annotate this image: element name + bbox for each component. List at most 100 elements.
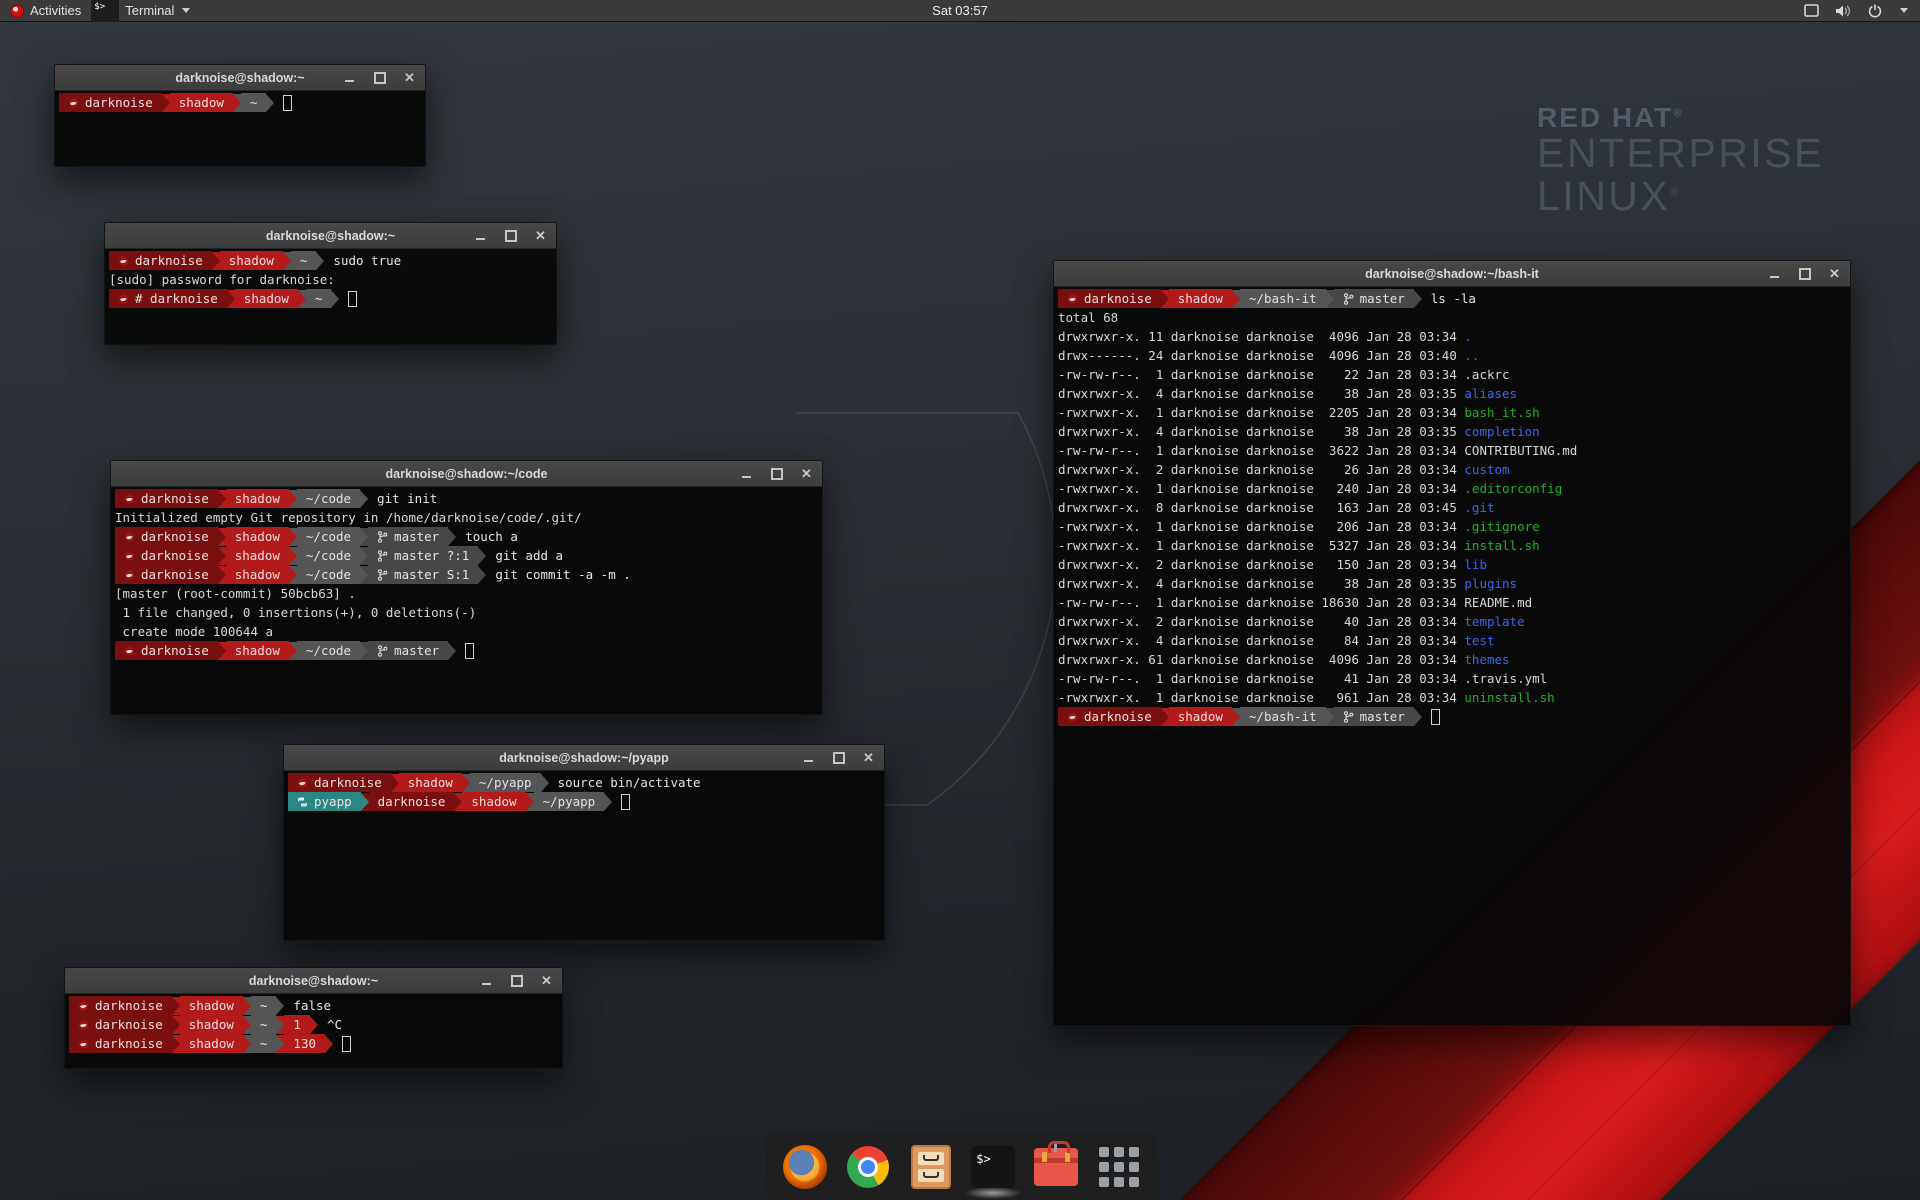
minimize-button[interactable] xyxy=(480,974,493,987)
window-titlebar[interactable]: darknoise@shadow:~ ✕ xyxy=(65,968,562,994)
dock-item-app-grid[interactable] xyxy=(1096,1144,1142,1190)
close-button[interactable]: ✕ xyxy=(862,751,875,764)
close-button[interactable]: ✕ xyxy=(1828,267,1841,280)
window-titlebar[interactable]: darknoise@shadow:~/code✕ xyxy=(111,461,822,487)
prompt-segment-path: ~ xyxy=(251,1015,277,1034)
prompt-line: # darknoiseshadow~ xyxy=(109,289,556,308)
close-button[interactable]: ✕ xyxy=(403,71,416,84)
prompt-segment-host: shadow xyxy=(1169,289,1232,308)
close-button[interactable]: ✕ xyxy=(534,229,547,242)
command-text: git init xyxy=(377,491,437,506)
terminal-cursor xyxy=(621,794,630,810)
powerline-arrow xyxy=(233,94,241,112)
window-titlebar[interactable]: darknoise@shadow:~/bash-it✕ xyxy=(1054,261,1850,287)
prompt-line: darknoiseshadow~/codemaster S:1git commi… xyxy=(115,565,822,584)
ls-row: -rw-rw-r--. 1 darknoise darknoise 18630 … xyxy=(1058,593,1850,612)
terminal-window[interactable]: darknoise@shadow:~✕darknoiseshadow~ xyxy=(54,64,426,167)
ls-row: drwxrwxr-x. 2 darknoise darknoise 150 Ja… xyxy=(1058,555,1850,574)
command-text: touch a xyxy=(465,529,518,544)
terminal-window[interactable]: darknoise@shadow:~/bash-it✕ darknoise shad… xyxy=(1053,260,1851,1026)
powerline-arrow xyxy=(361,793,369,811)
chevron-down-icon[interactable] xyxy=(1900,8,1908,13)
power-icon[interactable] xyxy=(1868,4,1882,18)
close-button[interactable]: ✕ xyxy=(540,974,553,987)
clock[interactable]: Sat 03:57 xyxy=(0,3,1920,18)
powerline-arrow xyxy=(218,490,226,508)
redhat-icon xyxy=(68,97,79,109)
window-titlebar[interactable]: darknoise@shadow:~/pyapp ✕ xyxy=(284,745,884,771)
volume-icon[interactable] xyxy=(1835,4,1852,18)
prompt-segment-git: master xyxy=(368,641,448,660)
maximize-button[interactable] xyxy=(373,71,386,84)
minimize-button[interactable] xyxy=(1768,267,1781,280)
ls-row: drwxrwxr-x. 2 darknoise darknoise 26 Jan… xyxy=(1058,460,1850,479)
terminal-content[interactable]: darknoiseshadow~/bash-itmasterls -latota… xyxy=(1054,287,1850,1025)
dock-item-files[interactable] xyxy=(908,1144,954,1190)
prompt-segment-user: darknoise xyxy=(69,1015,172,1034)
ls-row: -rw-rw-r--. 1 darknoise darknoise 41 Jan… xyxy=(1058,669,1850,688)
terminal-content[interactable]: darknoiseshadow~/pyappsource bin/activat… xyxy=(284,771,884,940)
ls-row: -rw-rw-r--. 1 darknoise darknoise 3622 J… xyxy=(1058,441,1850,460)
powerline-arrow xyxy=(218,566,226,584)
terminal-content[interactable]: darknoiseshadow~falsedarknoiseshadow~1^C… xyxy=(65,994,562,1068)
prompt-segment-host: shadow xyxy=(170,93,233,112)
minimize-button[interactable] xyxy=(740,467,753,480)
terminal-content[interactable]: darknoiseshadow~sudo true[sudo] password… xyxy=(105,249,556,344)
redhat-icon xyxy=(124,493,135,505)
maximize-button[interactable] xyxy=(1798,267,1811,280)
ls-row: drwxrwxr-x. 4 darknoise darknoise 38 Jan… xyxy=(1058,422,1850,441)
minimize-button[interactable] xyxy=(474,229,487,242)
prompt-line: darknoiseshadow~/pyappsource bin/activat… xyxy=(288,773,884,792)
minimize-button[interactable] xyxy=(343,71,356,84)
terminal-window[interactable]: darknoise@shadow:~/pyapp ✕ darknoiseshadow… xyxy=(283,744,885,941)
window-title: darknoise@shadow:~ xyxy=(249,974,378,988)
file-name: custom xyxy=(1464,462,1509,477)
maximize-button[interactable] xyxy=(832,751,845,764)
dock-item-chrome[interactable] xyxy=(845,1144,891,1190)
redhat-icon xyxy=(118,293,129,305)
firefox-icon xyxy=(783,1145,827,1189)
rhel-brand-logo: RED HAT® ENTERPRISE LINUX® xyxy=(1537,103,1824,217)
dock-item-toolbox[interactable] xyxy=(1033,1144,1079,1190)
maximize-button[interactable] xyxy=(504,229,517,242)
prompt-segment-host: shadow xyxy=(180,1015,243,1034)
dock-item-firefox[interactable] xyxy=(782,1144,828,1190)
redhat-icon xyxy=(1067,293,1078,305)
powerline-arrow xyxy=(1414,708,1422,726)
terminal-content[interactable]: darknoiseshadow~/codegit initInitialized… xyxy=(111,487,822,714)
screen-icon[interactable] xyxy=(1804,4,1819,17)
close-button[interactable]: ✕ xyxy=(800,467,813,480)
file-name: README.md xyxy=(1464,595,1532,610)
prompt-line: darknoiseshadow~false xyxy=(69,996,562,1015)
command-text: false xyxy=(293,998,331,1013)
terminal-window[interactable]: darknoise@shadow:~/code✕ darknoiseshadow~… xyxy=(110,460,823,715)
window-titlebar[interactable]: darknoise@shadow:~✕ xyxy=(55,65,425,91)
terminal-window[interactable]: darknoise@shadow:~✕darknoiseshadow~sudo … xyxy=(104,222,557,345)
file-name: plugins xyxy=(1464,576,1517,591)
powerline-arrow xyxy=(243,1016,251,1034)
powerline-arrow xyxy=(360,490,368,508)
prompt-segment-user: darknoise xyxy=(1058,707,1161,726)
window-titlebar[interactable]: darknoise@shadow:~✕ xyxy=(105,223,556,249)
powerline-arrow xyxy=(1232,708,1240,726)
powerline-arrow xyxy=(360,566,368,584)
terminal-window[interactable]: darknoise@shadow:~✕darknoiseshadow~false… xyxy=(64,967,563,1069)
prompt-segment-exit: 130 xyxy=(284,1034,325,1053)
maximize-button[interactable] xyxy=(770,467,783,480)
file-name: .. xyxy=(1464,348,1479,363)
command-text: ls -la xyxy=(1431,291,1476,306)
prompt-line: darknoiseshadow~/codemastertouch a xyxy=(115,527,822,546)
prompt-segment-host: shadow xyxy=(226,641,289,660)
command-text: ^C xyxy=(327,1017,342,1032)
prompt-line: darknoiseshadow~/codegit init xyxy=(115,489,822,508)
maximize-button[interactable] xyxy=(510,974,523,987)
window-title: darknoise@shadow:~/pyapp xyxy=(499,751,669,765)
ls-row: drwxrwxr-x. 4 darknoise darknoise 38 Jan… xyxy=(1058,574,1850,593)
prompt-segment-host: shadow xyxy=(226,527,289,546)
dock-item-terminal[interactable]: $> xyxy=(970,1144,1016,1190)
terminal-content[interactable]: darknoiseshadow~ xyxy=(55,91,425,166)
powerline-arrow xyxy=(243,997,251,1015)
prompt-segment-user: darknoise xyxy=(115,527,218,546)
redhat-icon xyxy=(78,1038,89,1050)
minimize-button[interactable] xyxy=(802,751,815,764)
